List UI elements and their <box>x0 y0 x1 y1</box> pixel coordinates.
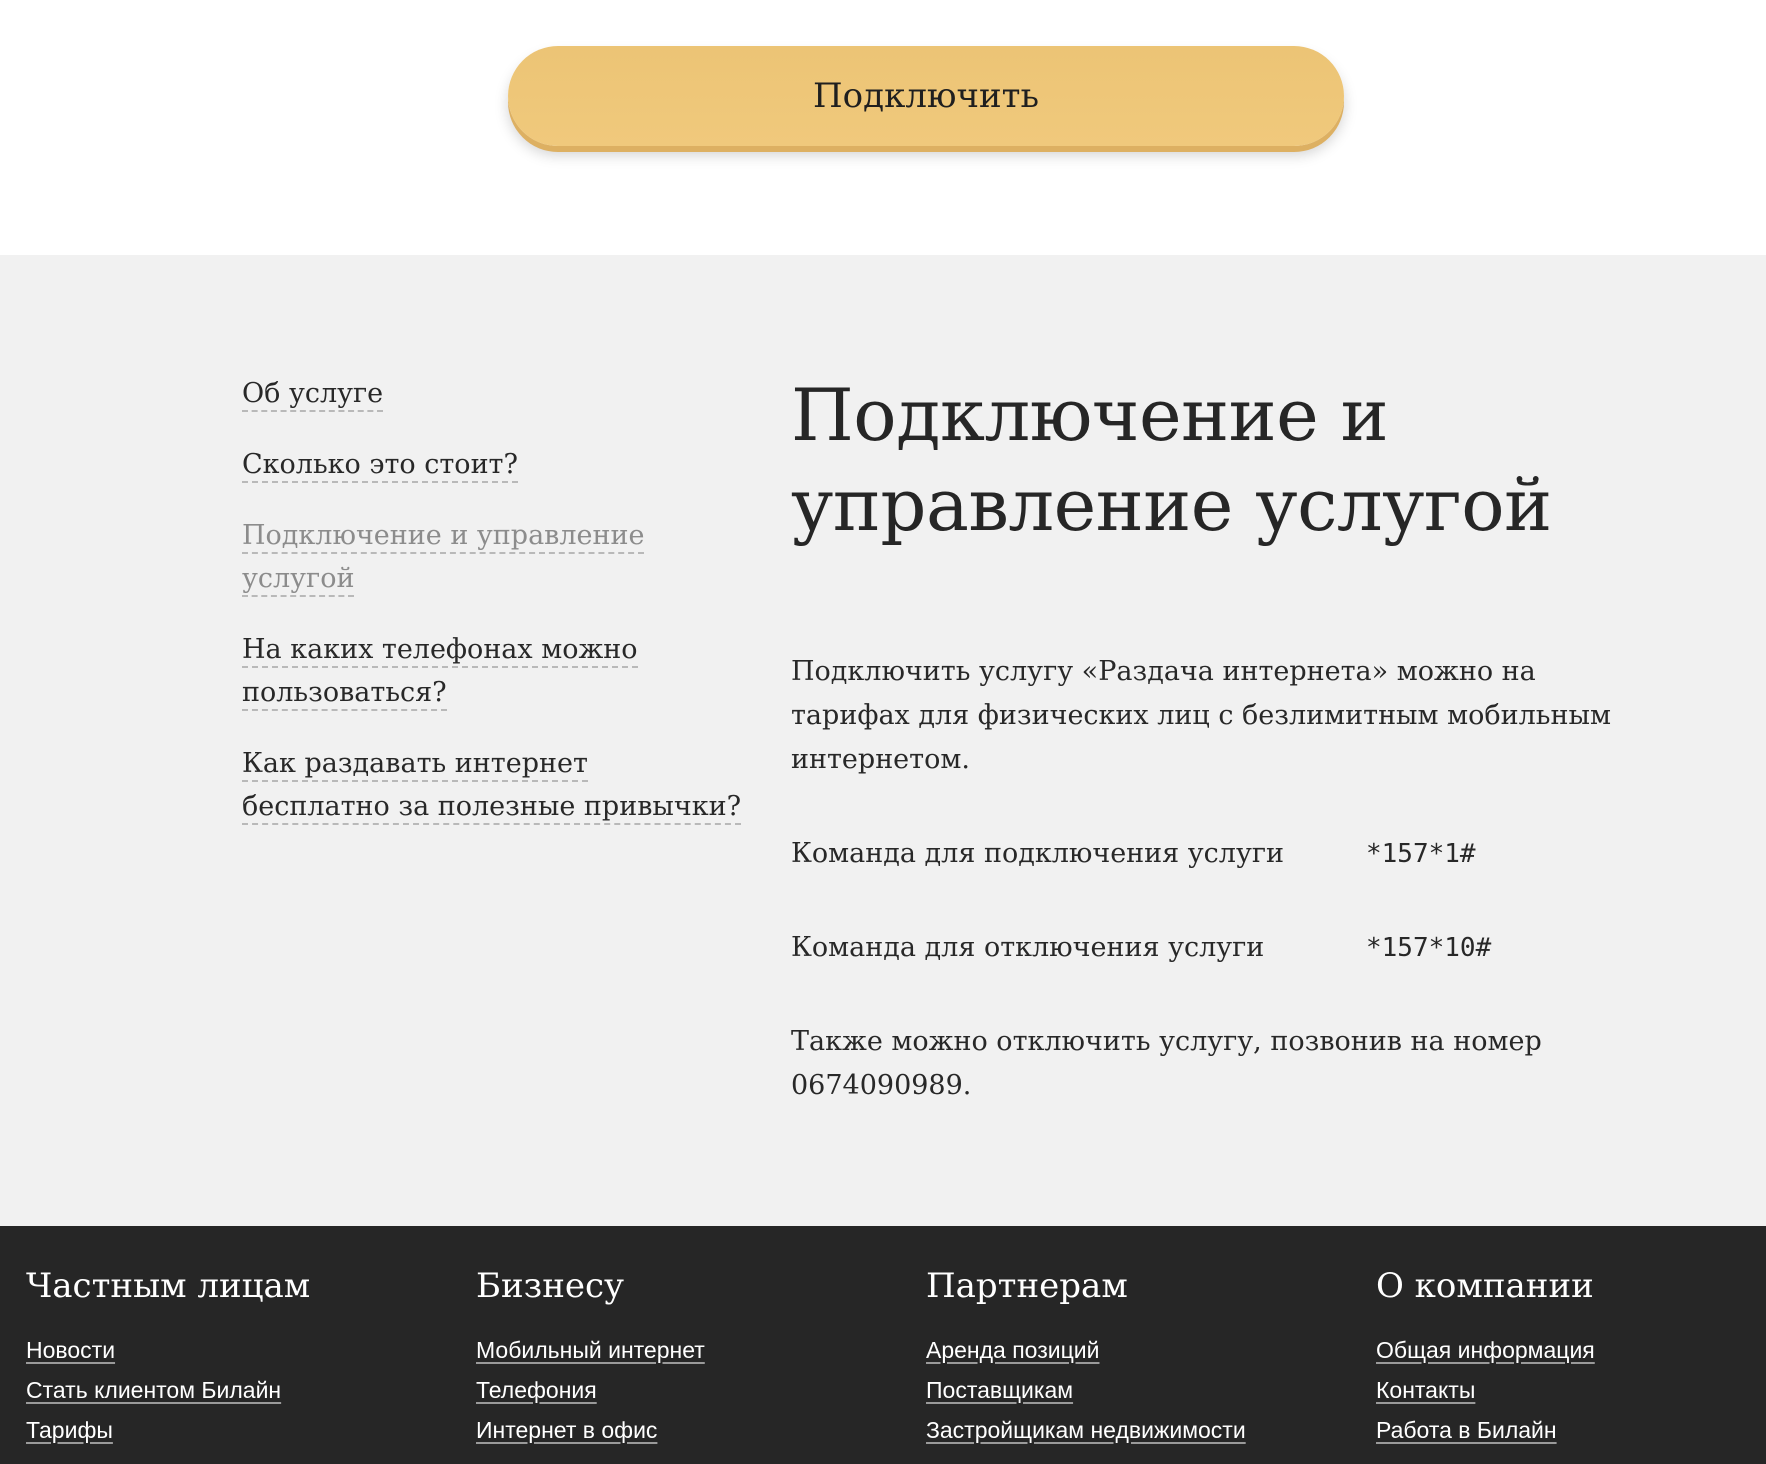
footer-column-title: Частным лицам <box>26 1266 311 1306</box>
command-label: Команда для отключения услуги <box>791 932 1265 963</box>
toc-item-connection: Подключение и управление услугой <box>242 514 742 600</box>
toc-item-phones: На каких телефонах можно пользоваться? <box>242 628 742 714</box>
footer-link[interactable]: Работа в Билайн <box>1376 1417 1557 1443</box>
toc-link-phones[interactable]: На каких телефонах можно пользоваться? <box>242 634 638 711</box>
footer-link[interactable]: Поставщикам <box>926 1377 1073 1403</box>
main-article: Подключение и управление услугой Подключ… <box>791 370 1621 1108</box>
toc-item-about: Об услуге <box>242 372 742 415</box>
section-navigation: Об услуге Сколько это стоит? Подключение… <box>242 372 742 856</box>
lead-text: Подключить услугу «Раздача интернета» мо… <box>791 656 1611 775</box>
page-title: Подключение и управление услугой <box>791 373 1552 547</box>
footer-link[interactable]: Стать клиентом Билайн <box>26 1377 281 1403</box>
footer-link[interactable]: Застройщикам недвижимости <box>926 1417 1246 1443</box>
command-row-disconnect: Команда для отключения услуги *157*10# <box>791 926 1621 970</box>
toc-link-connection[interactable]: Подключение и управление услугой <box>242 520 645 597</box>
footer-link[interactable]: Телефония <box>476 1377 597 1403</box>
disconnect-note: Также можно отключить услугу, позвонив н… <box>791 1026 1542 1101</box>
footer-column-title: О компании <box>1376 1266 1594 1306</box>
command-row-connect: Команда для подключения услуги *157*1# <box>791 832 1621 876</box>
footer-column-business: Бизнесу Мобильный интернет Телефония Инт… <box>476 1264 916 1450</box>
footer-link[interactable]: Новости <box>26 1337 115 1363</box>
toc-item-cost: Сколько это стоит? <box>242 443 742 486</box>
toc-link-cost[interactable]: Сколько это стоит? <box>242 449 518 483</box>
toc-item-free-internet: Как раздавать интернет бесплатно за поле… <box>242 742 742 828</box>
footer-column-title: Бизнесу <box>476 1266 625 1306</box>
toc-link-about[interactable]: Об услуге <box>242 378 384 412</box>
footer-column-company: О компании Общая информация Контакты Раб… <box>1376 1264 1766 1450</box>
top-section: Подключить <box>0 0 1766 255</box>
toc-link-free-internet[interactable]: Как раздавать интернет бесплатно за поле… <box>242 748 742 825</box>
footer-column-partners: Партнерам Аренда позиций Поставщикам Зас… <box>926 1264 1366 1450</box>
footer-column-private: Частным лицам Новости Стать клиентом Бил… <box>26 1264 466 1450</box>
footer-link[interactable]: Контакты <box>1376 1377 1475 1403</box>
footer-link[interactable]: Тарифы <box>26 1417 113 1443</box>
footer-column-title: Партнерам <box>926 1266 1128 1306</box>
footer-link[interactable]: Общая информация <box>1376 1337 1595 1363</box>
service-content-section: Об услуге Сколько это стоит? Подключение… <box>0 255 1766 1226</box>
footer-link[interactable]: Аренда позиций <box>926 1337 1099 1363</box>
footer-link[interactable]: Мобильный интернет <box>476 1337 705 1363</box>
command-code: *157*1# <box>1366 839 1476 869</box>
command-label: Команда для подключения услуги <box>791 838 1284 869</box>
footer-link[interactable]: Интернет в офис <box>476 1417 657 1443</box>
connect-button[interactable]: Подключить <box>508 46 1344 146</box>
footer: Частным лицам Новости Стать клиентом Бил… <box>0 1226 1766 1464</box>
command-code: *157*10# <box>1366 933 1492 963</box>
